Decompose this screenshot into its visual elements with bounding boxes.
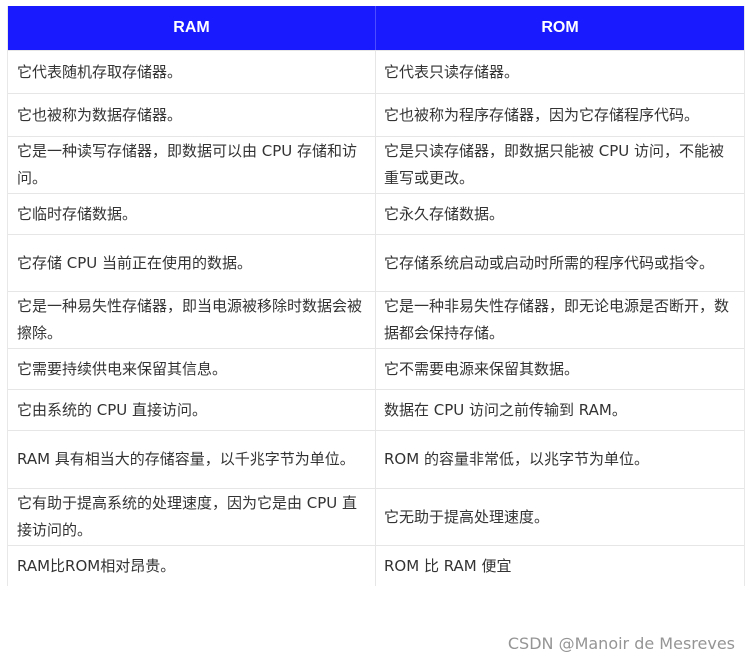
watermark: CSDN @Manoir de Mesreves — [507, 634, 735, 653]
table-cell: 它存储 CPU 当前正在使用的数据。 — [8, 234, 376, 291]
table-cell: 它是只读存储器，即数据只能被 CPU 访问，不能被重写或更改。 — [376, 136, 744, 193]
table-cell: RAM 具有相当大的存储容量，以千兆字节为单位。 — [8, 430, 376, 488]
table-cell: 它是一种易失性存储器，即当电源被移除时数据会被擦除。 — [8, 291, 376, 348]
table-cell: 它永久存储数据。 — [376, 193, 744, 234]
comparison-table: RAM ROM 它代表随机存取存储器。 它代表只读存储器。 它也被称为数据存储器… — [7, 6, 745, 586]
table-cell: 数据在 CPU 访问之前传输到 RAM。 — [376, 389, 744, 430]
table-cell: 它是一种读写存储器，即数据可以由 CPU 存储和访问。 — [8, 136, 376, 193]
table-cell: 它也被称为程序存储器，因为它存储程序代码。 — [376, 93, 744, 136]
table-cell: 它无助于提高处理速度。 — [376, 488, 744, 545]
table-cell: 它临时存储数据。 — [8, 193, 376, 234]
table-cell: 它由系统的 CPU 直接访问。 — [8, 389, 376, 430]
header-rom: ROM — [376, 6, 744, 50]
table-cell: ROM 的容量非常低，以兆字节为单位。 — [376, 430, 744, 488]
table-cell: 它代表只读存储器。 — [376, 50, 744, 93]
table-cell: 它是一种非易失性存储器，即无论电源是否断开，数据都会保持存储。 — [376, 291, 744, 348]
table-cell: RAM比ROM相对昂贵。 — [8, 545, 376, 586]
table-cell: 它不需要电源来保留其数据。 — [376, 348, 744, 389]
table-cell: 它存储系统启动或启动时所需的程序代码或指令。 — [376, 234, 744, 291]
table-cell: 它代表随机存取存储器。 — [8, 50, 376, 93]
table-cell: 它需要持续供电来保留其信息。 — [8, 348, 376, 389]
header-ram: RAM — [8, 6, 376, 50]
table-cell: 它也被称为数据存储器。 — [8, 93, 376, 136]
table-cell: 它有助于提高系统的处理速度，因为它是由 CPU 直接访问的。 — [8, 488, 376, 545]
table-cell: ROM 比 RAM 便宜 — [376, 545, 744, 586]
